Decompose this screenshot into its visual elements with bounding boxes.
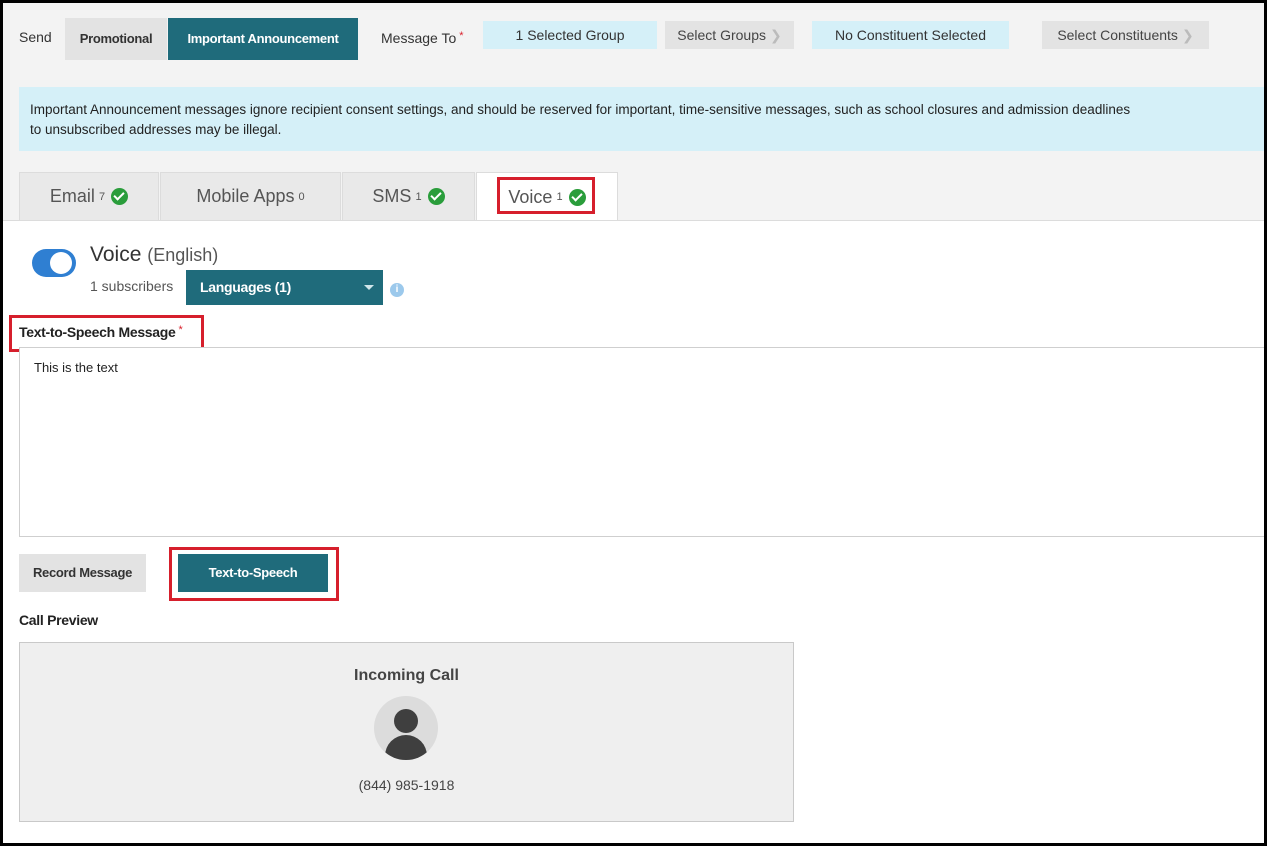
important-announcement-notice: Important Announcement messages ignore r… — [19, 87, 1264, 151]
voice-enable-toggle[interactable] — [32, 249, 76, 277]
message-to-text: Message To — [381, 30, 457, 46]
toggle-knob — [50, 252, 72, 274]
voice-title-text: Voice — [90, 243, 142, 266]
select-constituents-label: Select Constituents — [1057, 27, 1178, 43]
record-message-button[interactable]: Record Message — [19, 554, 146, 592]
avatar-body — [385, 735, 427, 760]
required-marker: * — [459, 30, 464, 42]
chevron-right-icon: ❯ — [1181, 27, 1194, 43]
check-circle-icon — [111, 188, 129, 205]
check-circle-icon — [427, 188, 445, 205]
call-preview-box: Incoming Call (844) 985-1918 — [19, 642, 794, 822]
tab-count: 1 — [415, 190, 422, 203]
voice-panel: Voice (English) 1 subscribers Languages … — [3, 220, 1264, 843]
info-icon[interactable]: i — [390, 283, 404, 297]
voice-language: (English) — [147, 245, 219, 265]
message-to-label: Message To * — [381, 30, 464, 46]
tab-sms[interactable]: SMS 1 — [342, 172, 475, 220]
send-label: Send — [19, 29, 52, 45]
subscriber-count: 1 subscribers — [90, 278, 174, 294]
important-announcement-button[interactable]: Important Announcement — [168, 18, 358, 60]
caller-avatar-icon — [374, 696, 438, 760]
select-constituents-button[interactable]: Select Constituents ❯ — [1042, 21, 1209, 49]
avatar-head — [394, 709, 418, 733]
caller-phone-number: (844) 985-1918 — [358, 777, 455, 793]
tab-mobile-apps[interactable]: Mobile Apps 0 — [160, 172, 341, 220]
caret-down-icon — [364, 285, 374, 290]
call-preview-label: Call Preview — [19, 612, 98, 628]
selected-groups-badge: 1 Selected Group — [483, 21, 657, 49]
notice-line-2: to unsubscribed addresses may be illegal… — [30, 122, 282, 137]
languages-dropdown[interactable]: Languages (1) — [186, 270, 383, 305]
select-groups-label: Select Groups — [677, 27, 766, 43]
tab-email[interactable]: Email 7 — [19, 172, 159, 220]
promotional-button[interactable]: Promotional — [65, 18, 167, 60]
select-groups-button[interactable]: Select Groups ❯ — [665, 21, 794, 49]
tts-message-input[interactable]: This is the text — [19, 347, 1264, 537]
constituents-badge: No Constituent Selected — [812, 21, 1009, 49]
incoming-call-title: Incoming Call — [354, 667, 459, 684]
tab-label: Email — [49, 186, 95, 206]
tab-count: 7 — [98, 190, 106, 203]
voice-tab-highlight — [497, 177, 595, 214]
message-header: Send Promotional Important Announcement … — [3, 3, 1264, 85]
languages-dropdown-label: Languages (1) — [200, 279, 292, 295]
chevron-right-icon: ❯ — [769, 27, 782, 43]
tab-label: Mobile Apps — [196, 186, 295, 206]
tab-count: 0 — [298, 190, 305, 203]
tab-label: SMS — [372, 186, 412, 206]
tts-button-highlight — [169, 547, 339, 601]
app-frame: Send Promotional Important Announcement … — [3, 3, 1264, 843]
notice-line-1: Important Announcement messages ignore r… — [30, 102, 1131, 117]
voice-title: Voice (English) — [90, 243, 218, 267]
